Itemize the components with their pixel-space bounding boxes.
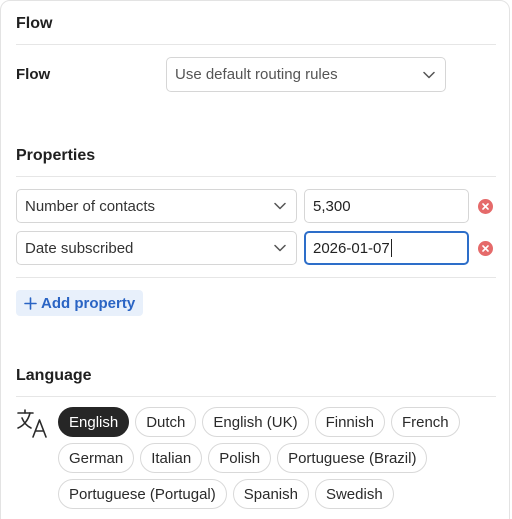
properties-divider [16, 176, 496, 177]
chevron-down-icon [274, 202, 286, 210]
language-section-title: Language [16, 367, 92, 384]
properties-section-title: Properties [16, 147, 96, 164]
property-value-text: 2026-01-07 [313, 239, 390, 257]
property-value-input[interactable]: 5,300 [304, 189, 469, 223]
language-chip[interactable]: English [58, 407, 130, 437]
language-chip[interactable]: Spanish [232, 479, 309, 509]
remove-property-button[interactable] [478, 241, 493, 256]
language-divider [16, 396, 496, 397]
flow-section-title: Flow [16, 15, 53, 32]
property-select[interactable]: Number of contacts [16, 189, 297, 223]
flow-divider [16, 44, 496, 45]
flow-select[interactable]: Use default routing rules [166, 57, 446, 92]
language-chip[interactable]: German [58, 443, 135, 473]
language-chip[interactable]: Finnish [314, 407, 385, 437]
add-property-button[interactable]: Add property [16, 290, 143, 316]
plus-icon [24, 296, 37, 310]
language-chip[interactable]: Dutch [135, 407, 197, 437]
text-caret [390, 239, 392, 257]
language-chip[interactable]: Swedish [314, 479, 394, 509]
translate-icon [17, 409, 47, 438]
property-value-input-focused[interactable]: 2026-01-07 [304, 231, 469, 265]
close-icon [482, 245, 489, 252]
property-value-text: 5,300 [313, 197, 351, 215]
add-property-label: Add property [41, 294, 136, 312]
property-select-value: Date subscribed [25, 239, 134, 257]
language-chip[interactable]: Portuguese (Brazil) [277, 443, 428, 473]
chevron-down-icon [423, 71, 435, 78]
property-select-value: Number of contacts [25, 197, 156, 215]
property-select[interactable]: Date subscribed [16, 231, 297, 265]
language-chip[interactable]: Polish [208, 443, 272, 473]
settings-panel: Flow Flow Use default routing rules Prop… [0, 0, 510, 519]
language-chip[interactable]: French [390, 407, 460, 437]
flow-field-label: Flow [16, 66, 51, 83]
language-chip[interactable]: Italian [140, 443, 203, 473]
language-chip[interactable]: Portuguese (Portugal) [58, 479, 227, 509]
language-chip[interactable]: English (UK) [202, 407, 309, 437]
close-icon [482, 203, 489, 210]
flow-select-value: Use default routing rules [175, 66, 338, 83]
chevron-down-icon [274, 244, 286, 252]
properties-bottom-divider [16, 277, 496, 278]
language-chip-list: English Dutch English (UK) Finnish French Ger… [58, 407, 478, 509]
remove-property-button[interactable] [478, 199, 493, 214]
